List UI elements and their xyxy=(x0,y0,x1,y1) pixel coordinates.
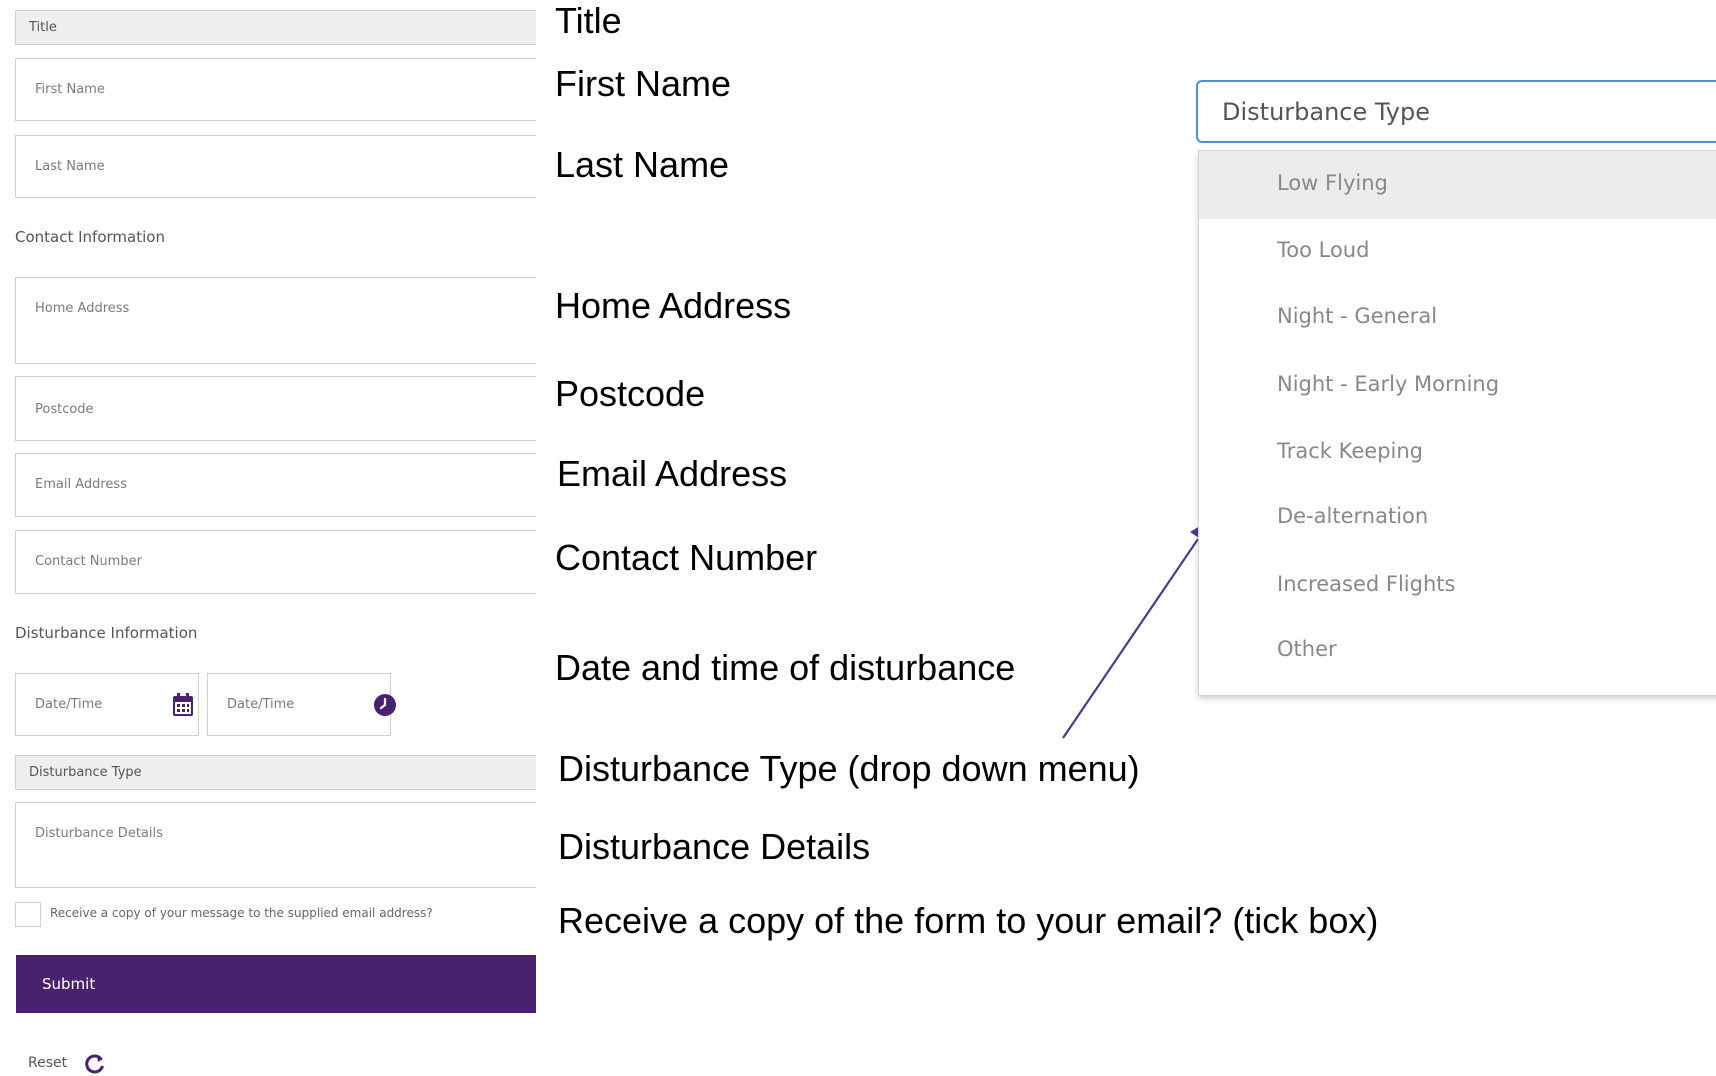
title-select-value: Title xyxy=(29,20,57,35)
annotation-disturbance-details: Disturbance Details xyxy=(558,826,871,867)
clock-icon[interactable] xyxy=(374,694,396,720)
dropdown-option-de-alternation[interactable]: De-alternation xyxy=(1199,484,1716,552)
disturbance-type-dropdown-menu: Low Flying Too Loud Night - General Nigh… xyxy=(1198,150,1716,696)
dropdown-option-increased-flights[interactable]: Increased Flights xyxy=(1199,552,1716,620)
annotation-postcode: Postcode xyxy=(555,373,706,414)
email-placeholder: Email Address xyxy=(35,477,127,492)
dropdown-option-label: Low Flying xyxy=(1277,171,1388,195)
dropdown-header-label: Disturbance Type xyxy=(1222,98,1431,126)
home-address-textarea[interactable]: Home Address xyxy=(15,277,536,364)
submit-button[interactable]: Submit xyxy=(16,955,536,1013)
first-name-placeholder: First Name xyxy=(35,82,105,97)
dropdown-option-low-flying[interactable]: Low Flying xyxy=(1199,151,1716,219)
disturbance-form: Title First Name Last Name Contact Infor… xyxy=(0,0,536,1076)
calendar-icon[interactable] xyxy=(172,693,194,721)
email-input[interactable]: Email Address xyxy=(15,453,536,517)
contact-number-placeholder: Contact Number xyxy=(35,554,142,569)
dropdown-option-night-early-morning[interactable]: Night - Early Morning xyxy=(1199,352,1716,420)
dropdown-option-label: Increased Flights xyxy=(1277,572,1456,596)
disturbance-details-placeholder: Disturbance Details xyxy=(35,826,163,841)
disturbance-section-label: Disturbance Information xyxy=(15,624,198,642)
annotation-home-address: Home Address xyxy=(555,285,792,326)
annotation-contact-number: Contact Number xyxy=(555,537,818,578)
postcode-input[interactable]: Postcode xyxy=(15,376,536,441)
dropdown-option-other[interactable]: Other xyxy=(1199,617,1716,685)
last-name-placeholder: Last Name xyxy=(35,159,105,174)
annotation-title: Title xyxy=(555,0,622,41)
dropdown-option-label: Track Keeping xyxy=(1277,439,1423,463)
dropdown-option-label: De-alternation xyxy=(1277,504,1429,528)
annotation-last-name: Last Name xyxy=(555,144,730,185)
dropdown-option-too-loud[interactable]: Too Loud xyxy=(1199,218,1716,286)
time-input[interactable]: Date/Time xyxy=(207,673,396,736)
contact-number-input[interactable]: Contact Number xyxy=(15,530,536,594)
reset-button[interactable]: Reset xyxy=(28,1055,67,1071)
dropdown-option-track-keeping[interactable]: Track Keeping xyxy=(1199,419,1716,487)
copy-checkbox[interactable] xyxy=(15,902,41,927)
contact-section-label: Contact Information xyxy=(15,228,165,246)
disturbance-type-dropdown-header[interactable]: Disturbance Type xyxy=(1196,80,1716,143)
home-address-placeholder: Home Address xyxy=(35,301,130,316)
annotation-receive-copy: Receive a copy of the form to your email… xyxy=(558,900,1379,941)
disturbance-details-textarea[interactable]: Disturbance Details xyxy=(15,802,536,888)
submit-button-label: Submit xyxy=(42,975,96,993)
dropdown-option-night-general[interactable]: Night - General xyxy=(1199,284,1716,352)
dropdown-option-label: Night - Early Morning xyxy=(1277,372,1500,396)
copy-checkbox-label: Receive a copy of your message to the su… xyxy=(50,906,433,920)
annotation-disturbance-type: Disturbance Type (drop down menu) xyxy=(558,748,1140,789)
last-name-input[interactable]: Last Name xyxy=(15,135,536,198)
postcode-placeholder: Postcode xyxy=(35,402,94,417)
annotation-date-time: Date and time of disturbance xyxy=(555,647,1016,688)
refresh-icon[interactable] xyxy=(84,1053,106,1076)
dropdown-option-label: Night - General xyxy=(1277,304,1438,328)
annotation-first-name: First Name xyxy=(555,63,732,104)
date-placeholder: Date/Time xyxy=(35,697,103,712)
dropdown-option-label: Too Loud xyxy=(1277,238,1370,262)
date-input[interactable]: Date/Time xyxy=(15,673,199,736)
time-placeholder: Date/Time xyxy=(227,697,295,712)
first-name-input[interactable]: First Name xyxy=(15,58,536,121)
annotation-email-address: Email Address xyxy=(557,453,788,494)
disturbance-type-select[interactable]: Disturbance Type xyxy=(15,755,536,790)
dropdown-option-label: Other xyxy=(1277,637,1337,661)
disturbance-type-value: Disturbance Type xyxy=(29,765,142,780)
title-select[interactable]: Title xyxy=(15,10,536,45)
